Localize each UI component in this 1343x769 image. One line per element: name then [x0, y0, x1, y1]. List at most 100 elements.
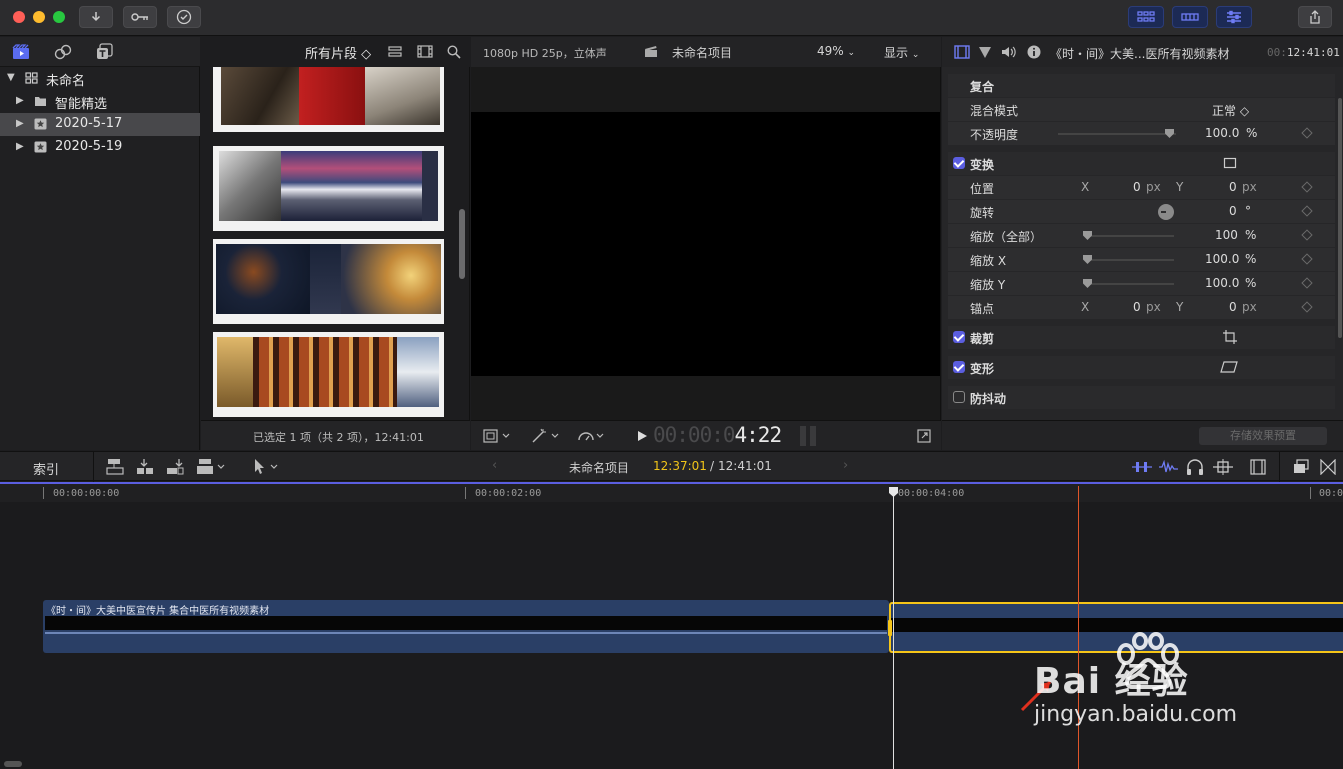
titles-icon[interactable] — [96, 43, 114, 61]
scale-x-value[interactable]: 100.0 — [1205, 252, 1239, 266]
close-window-button[interactable] — [13, 11, 25, 23]
section-transform[interactable]: 变换 — [948, 152, 1335, 175]
distort-onscreen-icon[interactable] — [1220, 361, 1238, 373]
playhead[interactable] — [893, 492, 894, 769]
selected-clip-segment[interactable] — [888, 602, 1343, 653]
stabilization-checkbox[interactable] — [953, 391, 965, 403]
insert-clip-icon[interactable] — [136, 458, 154, 476]
save-effects-preset-button[interactable]: 存储效果预置 — [1199, 427, 1327, 445]
clip-thumbnail[interactable] — [213, 332, 444, 417]
opacity-slider-knob[interactable] — [1165, 129, 1174, 138]
video-inspector-icon[interactable] — [954, 45, 970, 59]
section-crop[interactable]: 裁剪 — [948, 326, 1335, 349]
scale-y-value[interactable]: 100.0 — [1205, 276, 1239, 290]
library-item-smart-collection[interactable]: ▶ 智能精选 — [0, 90, 200, 113]
info-inspector-icon[interactable] — [1027, 45, 1041, 59]
timeline[interactable]: 00:00:00:00 00:00:02:00 00:00:04:00 00:0… — [0, 482, 1343, 769]
opacity-slider[interactable] — [1058, 133, 1176, 135]
scale-all-slider-knob[interactable] — [1083, 231, 1092, 240]
anchor-y-value[interactable]: 0 — [1229, 300, 1237, 314]
audio-skimming-icon[interactable] — [1158, 458, 1180, 476]
rotation-value[interactable]: 0 — [1229, 204, 1237, 218]
library-root[interactable]: ▼ 未命名 — [0, 67, 200, 90]
select-tool-icon[interactable] — [252, 458, 282, 476]
section-compositing[interactable]: 复合 — [948, 74, 1335, 97]
transitions-browser-icon[interactable] — [1320, 459, 1336, 475]
timeline-clip[interactable]: 《时・间》大美中医宣传片 集合中医所有视频素材 — [43, 600, 889, 653]
disclosure-closed-icon[interactable]: ▶ — [16, 141, 24, 152]
distort-checkbox[interactable] — [953, 361, 965, 373]
headphones-icon[interactable] — [1186, 458, 1204, 476]
fullscreen-icon[interactable] — [917, 429, 931, 443]
minimize-window-button[interactable] — [33, 11, 45, 23]
background-tasks-button[interactable] — [167, 6, 201, 28]
clip-thumbnail[interactable] — [213, 67, 444, 132]
keyframe-button[interactable] — [1301, 253, 1313, 265]
scale-y-slider-knob[interactable] — [1083, 279, 1092, 288]
show-browser-button[interactable] — [1128, 6, 1164, 28]
scale-y-slider[interactable] — [1086, 283, 1174, 285]
position-x-value[interactable]: 0 — [1133, 180, 1141, 194]
browser-scrollbar[interactable] — [459, 209, 465, 279]
section-stabilization[interactable]: 防抖动 — [948, 386, 1335, 409]
keyframe-button[interactable] — [1301, 301, 1313, 313]
scale-all-value[interactable]: 100 — [1215, 228, 1238, 242]
trim-handle[interactable] — [888, 620, 892, 636]
clip-appearance-icon[interactable] — [388, 46, 402, 58]
crop-onscreen-icon[interactable] — [1223, 330, 1237, 344]
show-timeline-button[interactable] — [1172, 6, 1208, 28]
append-clip-icon[interactable] — [166, 458, 184, 476]
clip-filter-popup[interactable]: 所有片段 ◇ — [305, 43, 371, 62]
keyframe-button[interactable] — [1301, 127, 1313, 139]
inspector-scrollbar[interactable] — [1338, 98, 1342, 338]
scale-all-slider[interactable] — [1086, 235, 1174, 237]
crop-checkbox[interactable] — [953, 331, 965, 343]
play-icon[interactable] — [637, 430, 648, 442]
section-distort[interactable]: 变形 — [948, 356, 1335, 379]
blend-mode-popup[interactable]: 正常 ◇ — [1212, 102, 1249, 119]
solo-snapping-icon[interactable] — [1212, 458, 1234, 476]
zoom-level-popup[interactable]: 49% ⌄ — [817, 44, 855, 58]
scale-x-slider[interactable] — [1086, 259, 1174, 261]
zoom-window-button[interactable] — [53, 11, 65, 23]
disclosure-closed-icon[interactable]: ▶ — [16, 118, 24, 129]
disclosure-closed-icon[interactable]: ▶ — [16, 95, 24, 106]
keyframe-button[interactable] — [1301, 229, 1313, 241]
clip-thumbnail[interactable] — [213, 239, 444, 324]
position-y-value[interactable]: 0 — [1229, 180, 1237, 194]
view-options-popup[interactable]: 显示 ⌄ — [884, 44, 919, 61]
photos-icon[interactable] — [54, 44, 72, 60]
show-inspector-button[interactable] — [1216, 6, 1252, 28]
previous-history-button[interactable]: ‹ — [492, 458, 497, 473]
timeline-zoom-scroller[interactable] — [4, 761, 22, 767]
transform-tools-icon[interactable] — [483, 429, 511, 443]
search-icon[interactable] — [447, 45, 461, 59]
transform-onscreen-icon[interactable] — [1223, 157, 1237, 169]
filmstrip-icon[interactable] — [417, 45, 433, 58]
library-item-event-0519[interactable]: ▶ 2020-5-19 — [0, 136, 200, 159]
keyframe-button[interactable] — [1301, 205, 1313, 217]
clip-thumbnail[interactable] — [213, 146, 444, 231]
keyword-button[interactable] — [123, 6, 157, 28]
audio-inspector-icon[interactable] — [1001, 45, 1017, 59]
disclosure-open-icon[interactable]: ▼ — [7, 72, 15, 83]
enhancements-icon[interactable] — [531, 428, 561, 444]
share-button[interactable] — [1298, 6, 1332, 28]
transform-checkbox[interactable] — [953, 157, 965, 169]
next-history-button[interactable]: › — [843, 458, 848, 473]
import-button[interactable] — [79, 6, 113, 28]
overwrite-clip-icon[interactable] — [196, 458, 228, 476]
anchor-x-value[interactable]: 0 — [1133, 300, 1141, 314]
opacity-value[interactable]: 100.0 — [1205, 126, 1239, 140]
playhead-timecode[interactable]: 00:00:04:22 — [653, 423, 782, 447]
video-skimming-icon[interactable] — [1131, 458, 1153, 476]
video-canvas[interactable] — [471, 112, 940, 376]
library-item-event-0517[interactable]: ▶ 2020-5-17 — [0, 113, 200, 136]
timeline-index-button[interactable]: 索引 — [33, 459, 59, 478]
color-inspector-icon[interactable] — [978, 45, 992, 59]
keyframe-button[interactable] — [1301, 181, 1313, 193]
clip-appearance-filmstrip-icon[interactable] — [1250, 459, 1266, 475]
effects-browser-icon[interactable] — [1293, 459, 1309, 475]
rotation-dial[interactable] — [1158, 204, 1174, 220]
scale-x-slider-knob[interactable] — [1083, 255, 1092, 264]
